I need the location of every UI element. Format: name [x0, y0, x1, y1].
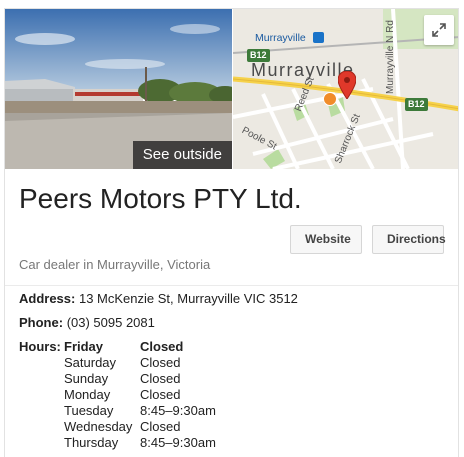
business-name: Peers Motors PTY Ltd. [19, 183, 302, 214]
hours-time: Closed [140, 339, 184, 354]
divider [5, 285, 458, 286]
address-label: Address: [19, 291, 76, 306]
address-row: Address: 13 McKenzie St, Murrayville VIC… [19, 291, 298, 306]
see-outside-button[interactable]: See outside [132, 141, 232, 169]
hours-day: Thursday [64, 435, 119, 450]
hours-day: Monday [64, 387, 111, 402]
directions-button[interactable]: Directions [372, 225, 446, 254]
phone-label: Phone: [19, 315, 64, 330]
map-thumbnail[interactable]: B12 B12 Murrayville Murrayville Reed St … [233, 9, 458, 169]
hours-time: Closed [140, 371, 181, 386]
phone-row: Phone: (03) 5095 2081 [19, 315, 155, 330]
business-category: Car dealer in Murrayville, Victoria [19, 257, 211, 272]
address-value[interactable]: 13 McKenzie St, Murrayville VIC 3512 [79, 291, 298, 306]
road-label: Murrayville N Rd [385, 20, 396, 94]
map-transit-label: Murrayville [255, 32, 306, 44]
hours-time: Closed [140, 387, 181, 402]
hours-time: Closed [140, 419, 181, 434]
location-pin-icon [338, 71, 356, 99]
hours-day: Tuesday [64, 403, 114, 418]
fuel-station-icon [323, 92, 337, 106]
hours-day: Saturday [64, 355, 117, 370]
expand-icon [432, 23, 446, 37]
hours-time: 8:45–9:30am [140, 435, 216, 450]
hours-day: Sunday [64, 371, 109, 386]
street-view-photo[interactable]: See outside [5, 9, 232, 169]
highway-shield: B12 [405, 98, 428, 111]
hours-day: Wednesday [64, 419, 133, 434]
train-station-icon [313, 32, 324, 43]
hours-day: Friday [64, 339, 104, 354]
hours-time: Closed [140, 355, 181, 370]
phone-value[interactable]: (03) 5095 2081 [67, 315, 155, 330]
hours-label: Hours: [19, 339, 61, 354]
knowledge-panel: See outside B12 B12 Murrayville Murrayvi… [4, 8, 459, 457]
expand-map-button[interactable] [424, 15, 454, 45]
website-button[interactable]: Website [290, 225, 362, 254]
hours-time: 8:45–9:30am [140, 403, 216, 418]
